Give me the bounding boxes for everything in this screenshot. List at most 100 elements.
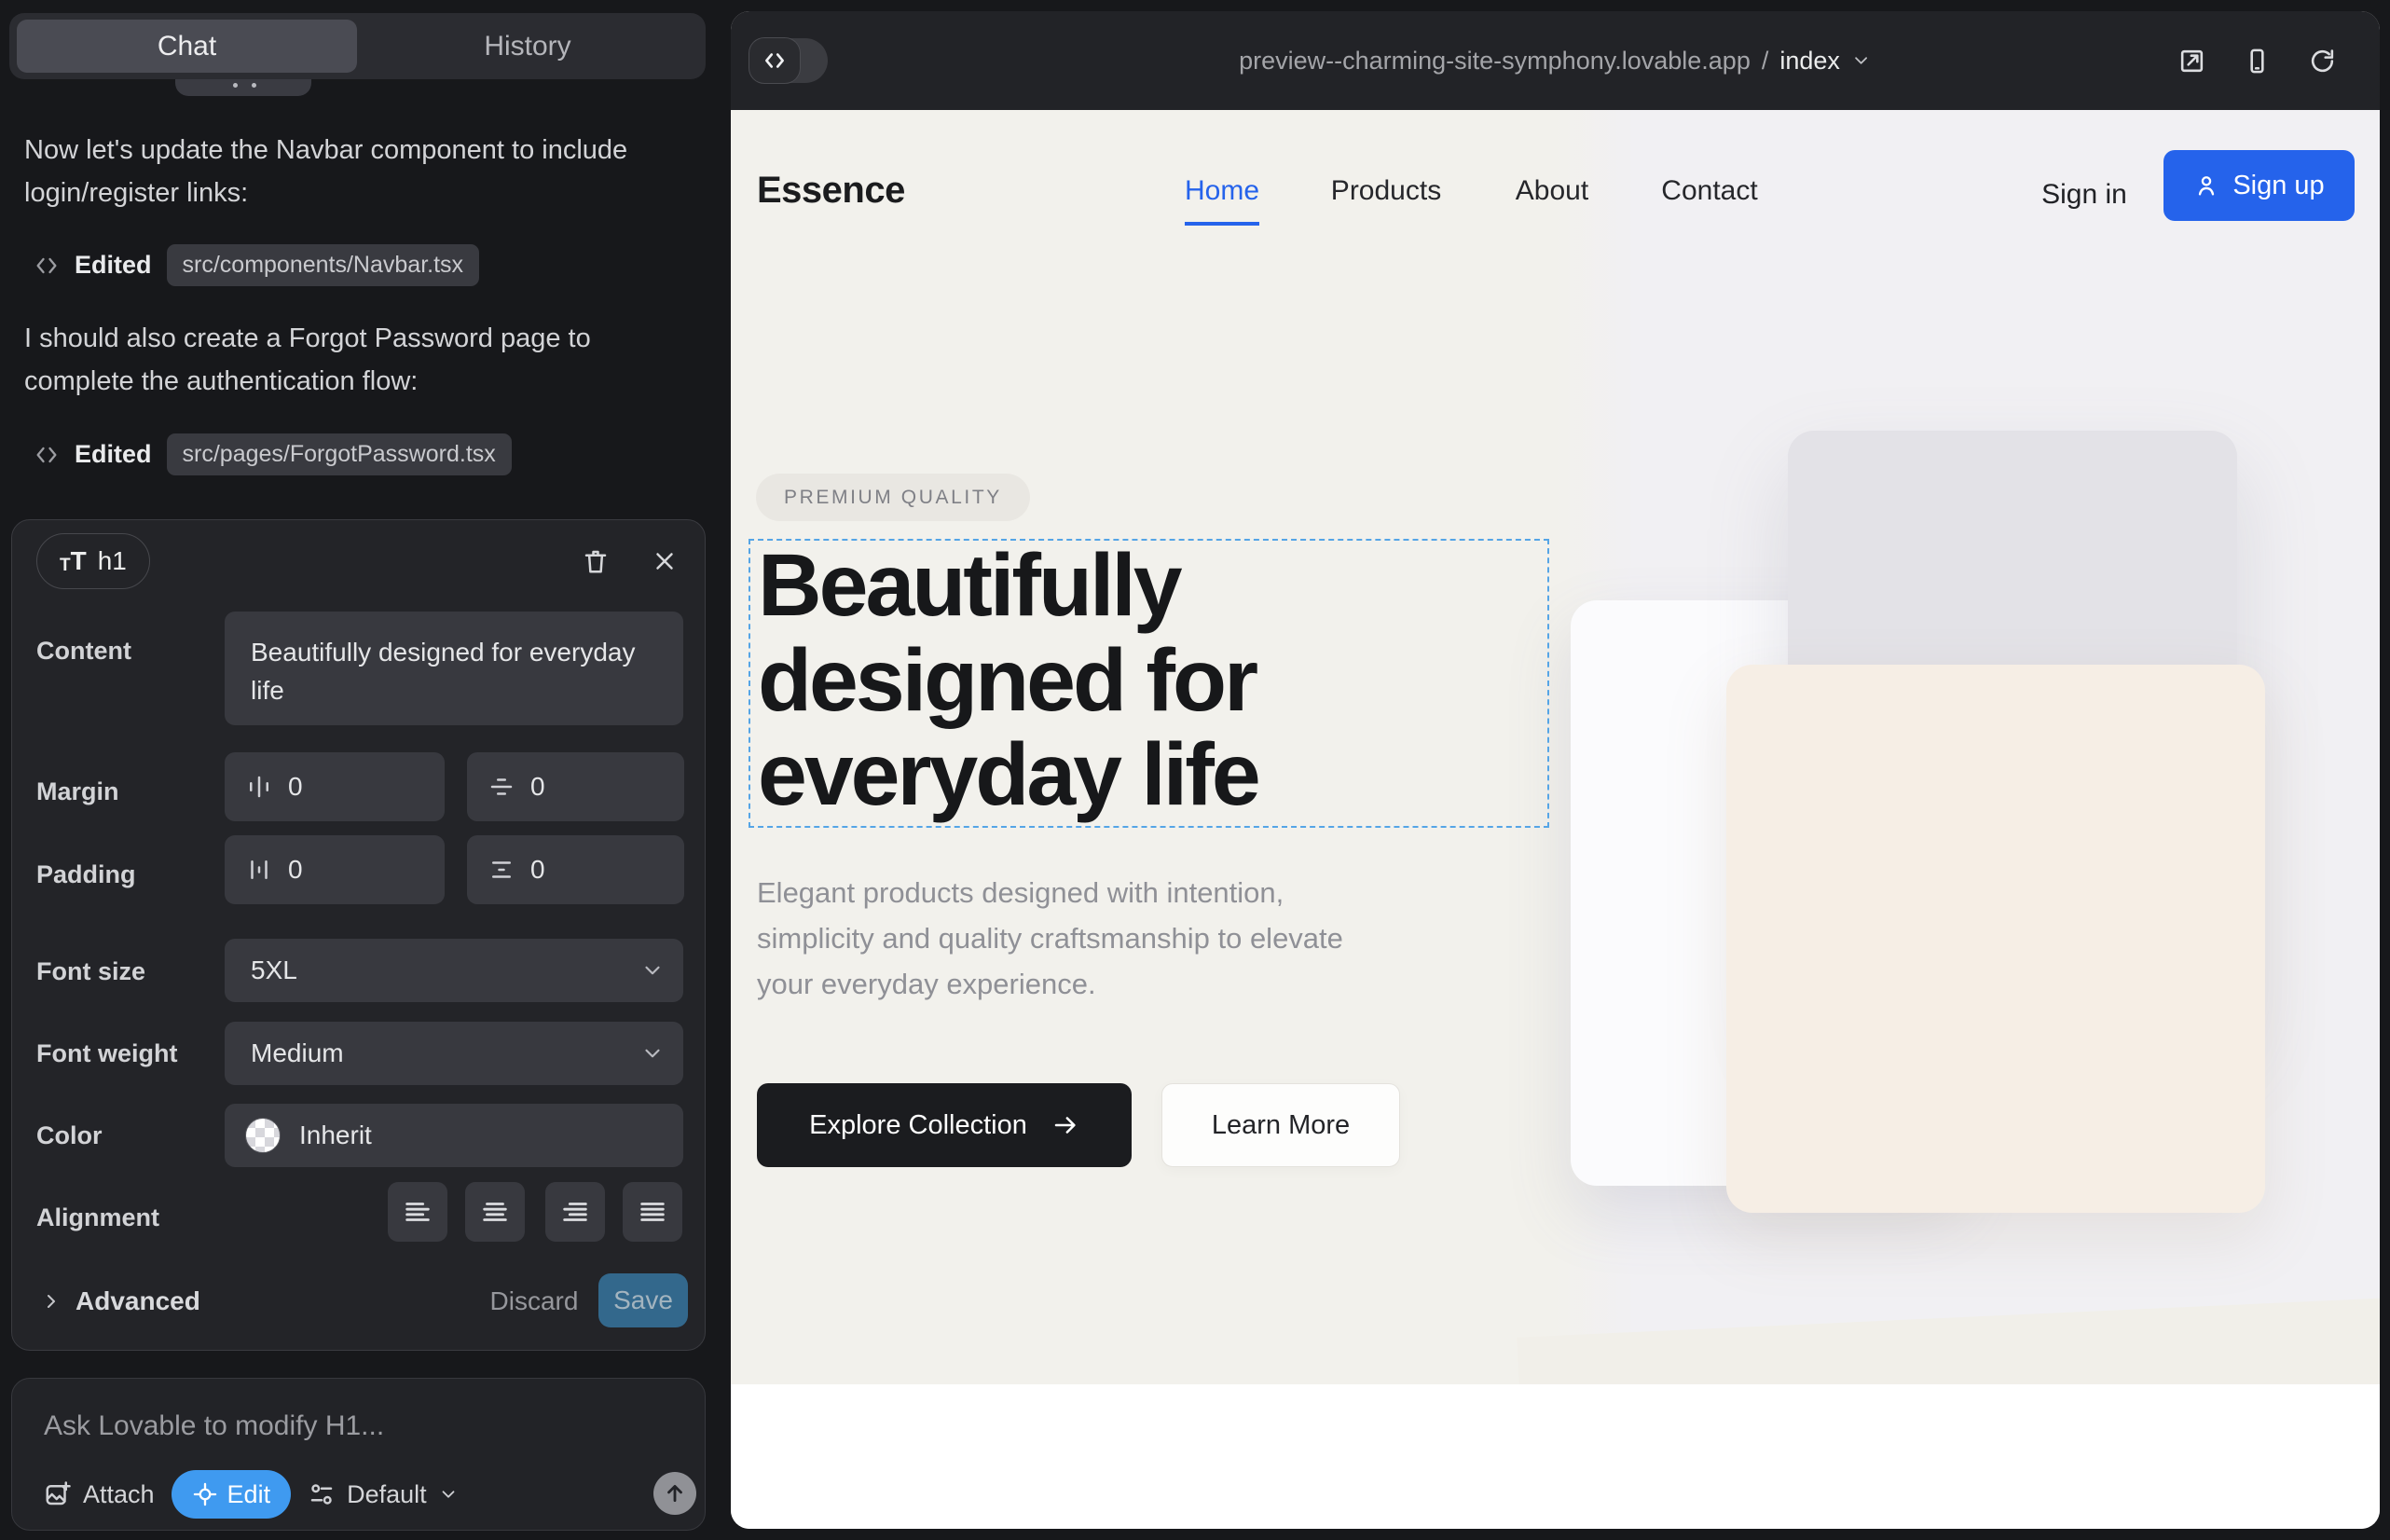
save-button[interactable]: Save	[598, 1273, 688, 1327]
hero-section: Essence Home Products About Contact Sign…	[731, 110, 2380, 1384]
align-right-button[interactable]	[545, 1182, 605, 1242]
edit-mode-button[interactable]: Edit	[172, 1470, 292, 1519]
padding-x-input[interactable]: 0	[225, 835, 445, 904]
app-window: Chat History Now let's update the Navbar…	[0, 0, 2390, 1540]
preview-panel: preview--charming-site-symphony.lovable.…	[731, 11, 2380, 1529]
sign-up-label: Sign up	[2232, 171, 2324, 201]
learn-more-button[interactable]: Learn More	[1161, 1083, 1400, 1167]
align-left-button[interactable]	[388, 1182, 447, 1242]
element-tag-pill[interactable]: TT h1	[36, 533, 150, 589]
preview-header: preview--charming-site-symphony.lovable.…	[731, 11, 2380, 110]
padding-y-input[interactable]: 0	[467, 835, 684, 904]
margin-y-input[interactable]: 0	[467, 752, 684, 821]
explore-collection-button[interactable]: Explore Collection	[757, 1083, 1132, 1167]
chevron-right-icon	[40, 1290, 62, 1313]
crosshair-icon	[192, 1481, 218, 1507]
mobile-view-button[interactable]	[2236, 40, 2277, 81]
code-icon	[34, 253, 60, 279]
nav-link-contact[interactable]: Contact	[1661, 175, 1757, 222]
sliders-icon	[308, 1480, 336, 1508]
chevron-down-icon	[640, 958, 665, 983]
code-preview-toggle[interactable]	[749, 38, 828, 83]
mode-select[interactable]: Default	[308, 1480, 459, 1509]
element-tag-name: h1	[98, 546, 127, 576]
edit-label: Edit	[227, 1480, 271, 1509]
quality-badge: PREMIUM QUALITY	[756, 474, 1030, 521]
arrow-up-icon	[663, 1481, 687, 1506]
sign-up-button[interactable]: Sign up	[2163, 150, 2355, 221]
alignment-label: Alignment	[36, 1203, 159, 1232]
file-badge[interactable]: src/pages/ForgotPassword.tsx	[167, 433, 512, 475]
code-toggle-knob	[749, 38, 800, 83]
font-weight-select[interactable]: Medium	[225, 1022, 683, 1085]
margin-label: Margin	[36, 777, 119, 806]
open-in-new-tab-button[interactable]	[2171, 40, 2212, 81]
nav-link-about[interactable]: About	[1516, 175, 1588, 222]
tab-chat[interactable]: Chat	[17, 20, 357, 73]
color-label: Color	[36, 1121, 103, 1150]
align-justify-button[interactable]	[623, 1182, 682, 1242]
file-badge[interactable]: src/components/Navbar.tsx	[167, 244, 480, 286]
margin-x-input[interactable]: 0	[225, 752, 445, 821]
padding-vertical-icon	[488, 856, 515, 884]
align-center-icon	[479, 1196, 511, 1228]
content-input[interactable]: Beautifully designed for everyday life	[225, 612, 683, 725]
chat-history-tabs: Chat History	[9, 13, 706, 79]
mode-label: Default	[347, 1480, 427, 1509]
code-icon	[34, 442, 60, 468]
margin-vertical-icon	[488, 773, 515, 801]
color-select[interactable]: Inherit	[225, 1104, 683, 1167]
margin-y-value: 0	[530, 772, 545, 802]
code-icon	[762, 48, 787, 73]
chat-composer: Ask Lovable to modify H1... Attach Edit …	[11, 1378, 706, 1531]
user-icon	[2193, 172, 2219, 199]
assistant-message: Now let's update the Navbar component to…	[24, 129, 628, 215]
url-bar[interactable]: preview--charming-site-symphony.lovable.…	[1239, 11, 1872, 110]
tab-history[interactable]: History	[357, 20, 698, 73]
padding-x-value: 0	[288, 855, 303, 885]
edited-label: Edited	[75, 440, 152, 469]
font-size-select[interactable]: 5XL	[225, 939, 683, 1002]
advanced-label: Advanced	[76, 1286, 200, 1316]
truncated-message-bubble	[175, 79, 311, 96]
font-size-label: Font size	[36, 957, 145, 986]
refresh-button[interactable]	[2301, 40, 2342, 81]
url-domain: preview--charming-site-symphony.lovable.…	[1239, 47, 1751, 76]
send-button[interactable]	[653, 1472, 696, 1515]
color-swatch	[245, 1118, 281, 1153]
site-brand[interactable]: Essence	[757, 170, 905, 212]
attach-button[interactable]: Attach	[44, 1480, 155, 1509]
sign-in-link[interactable]: Sign in	[2041, 179, 2127, 211]
attach-image-icon	[44, 1480, 72, 1508]
assistant-message: I should also create a Forgot Password p…	[24, 317, 628, 404]
discard-button[interactable]: Discard	[483, 1286, 585, 1316]
margin-horizontal-icon	[245, 773, 273, 801]
font-weight-label: Font weight	[36, 1039, 177, 1068]
close-editor-button[interactable]	[644, 541, 685, 582]
align-right-icon	[559, 1196, 591, 1228]
text-icon: TT	[60, 548, 87, 574]
delete-element-button[interactable]	[575, 541, 616, 582]
advanced-toggle[interactable]: Advanced	[40, 1286, 200, 1316]
preview-actions	[2171, 11, 2342, 110]
open-in-new-icon	[2177, 47, 2206, 76]
align-center-button[interactable]	[465, 1182, 525, 1242]
margin-x-value: 0	[288, 772, 303, 802]
nav-link-home[interactable]: Home	[1185, 175, 1259, 226]
smartphone-icon	[2243, 47, 2272, 76]
padding-label: Padding	[36, 860, 136, 889]
font-size-value: 5XL	[251, 956, 297, 985]
url-page: index	[1779, 47, 1840, 76]
element-editor-panel: TT h1 Content Beautifully designed for e…	[11, 519, 706, 1351]
url-separator: /	[1762, 47, 1769, 76]
hero-heading[interactable]: Beautifully designed for everyday life	[758, 539, 1504, 823]
nav-link-products[interactable]: Products	[1331, 175, 1441, 222]
edited-file-row: Edited src/pages/ForgotPassword.tsx	[34, 433, 512, 475]
decorative-curve	[1517, 1298, 2380, 1384]
composer-input[interactable]: Ask Lovable to modify H1...	[44, 1410, 384, 1442]
element-selection-outline[interactable]: Beautifully designed for everyday life	[749, 539, 1549, 828]
sidebar: Chat History Now let's update the Navbar…	[0, 0, 722, 1540]
padding-horizontal-icon	[245, 856, 273, 884]
refresh-icon	[2308, 47, 2337, 76]
align-justify-icon	[637, 1196, 668, 1228]
